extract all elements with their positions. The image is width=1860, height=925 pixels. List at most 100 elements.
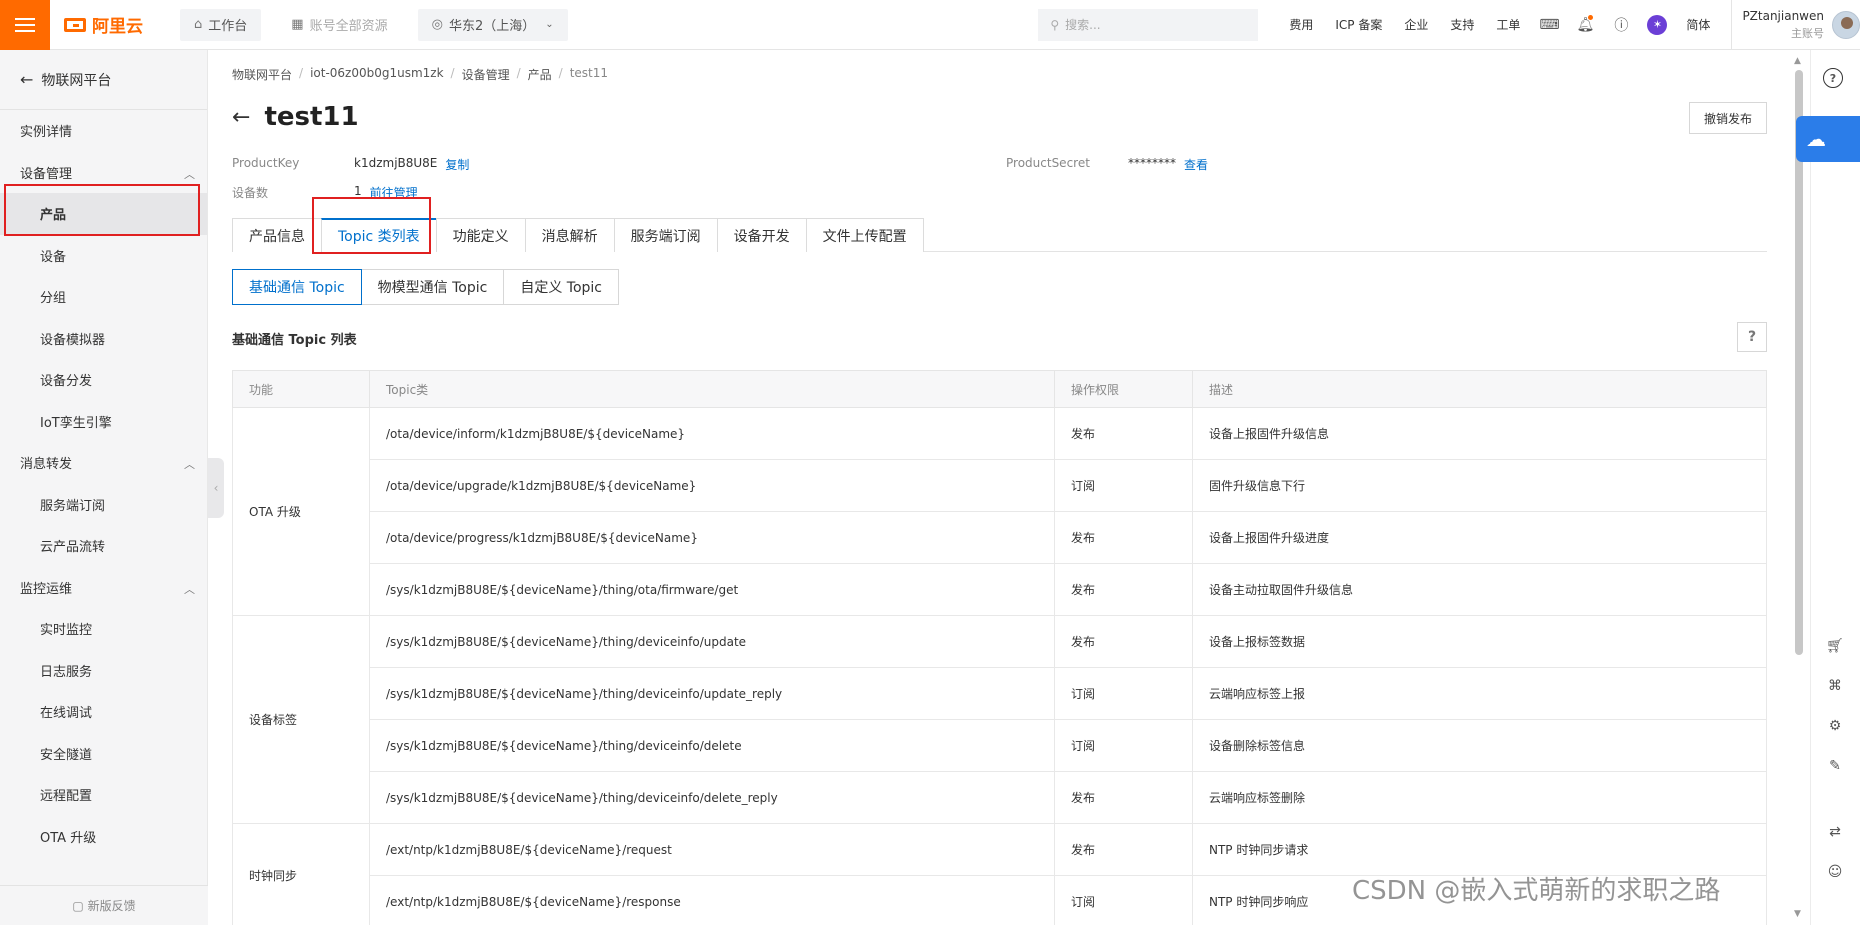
topic-cell: /sys/k1dzmjB8U8E/${deviceName}/thing/dev… (369, 667, 1055, 720)
help-icon[interactable]: ⓘ (1603, 15, 1639, 35)
link-icp[interactable]: ICP 备案 (1324, 16, 1393, 33)
chip-icon[interactable]: ⌘ (1823, 674, 1847, 698)
tab-message-parsing[interactable]: 消息解析 (524, 218, 615, 252)
breadcrumb: 物联网平台 / iot-06z00b0g1usm1zk / 设备管理 / 产品 / te… (232, 66, 609, 83)
breadcrumb-instance[interactable]: iot-06z00b0g1usm1zk (310, 66, 443, 83)
language-switch[interactable]: 简体 (1675, 16, 1721, 33)
grid-icon: ▦ (291, 17, 304, 32)
arrow-left-icon: ← (20, 70, 34, 89)
sidebar-item[interactable]: OTA 升级 (0, 816, 207, 858)
tab-device-development[interactable]: 设备开发 (716, 218, 807, 252)
cloud-assistant-icon[interactable]: ☁ (1796, 116, 1860, 162)
feedback-button[interactable]: ▢ 新版反馈 (0, 885, 208, 925)
sidebar-item[interactable]: 分组 (0, 276, 207, 318)
region-selector[interactable]: ◎ 华东2（上海） ⌄ (417, 8, 568, 41)
sidebar-item[interactable]: 远程配置 (0, 774, 207, 816)
breadcrumb-iot[interactable]: 物联网平台 (232, 66, 292, 83)
tab-product-info[interactable]: 产品信息 (232, 218, 322, 252)
question-icon[interactable]: ? (1737, 322, 1767, 352)
tab-topic-list[interactable]: Topic 类列表 (321, 218, 437, 252)
function-cell: 时钟同步 (232, 823, 370, 925)
sidebar-item[interactable]: 服务端订阅 (0, 484, 207, 526)
permission-cell: 发布 (1054, 511, 1193, 564)
home-icon: ⌂ (194, 17, 203, 32)
sidebar-item[interactable]: 云产品流转 (0, 525, 207, 567)
permission-cell: 发布 (1054, 615, 1193, 668)
permission-cell: 订阅 (1054, 459, 1193, 512)
sidebar-item[interactable]: 实时监控 (0, 608, 207, 650)
tab-function-definition[interactable]: 功能定义 (435, 218, 526, 252)
sidebar-item[interactable]: 在线调试 (0, 691, 207, 733)
subtab-thing-model-topic[interactable]: 物模型通信 Topic (360, 269, 505, 305)
link-enterprise[interactable]: 企业 (1393, 16, 1439, 33)
topic-cell: /sys/k1dzmjB8U8E/${deviceName}/thing/dev… (369, 615, 1055, 668)
region-label: 华东2（上海） (448, 19, 536, 34)
question-circle-icon[interactable]: ? (1823, 68, 1843, 88)
sidebar-item[interactable]: 日志服务 (0, 650, 207, 692)
workbench-button[interactable]: ⌂ 工作台 (180, 8, 262, 41)
avatar[interactable] (1832, 10, 1860, 39)
breadcrumb-product[interactable]: 产品 (528, 66, 552, 83)
sidebar-item[interactable]: IoT孪生引擎 (0, 401, 207, 443)
search-input[interactable]: ⚲ 搜索... (1038, 8, 1259, 41)
sidebar-collapse-handle[interactable]: ‹ (208, 458, 224, 518)
sidebar-item[interactable]: 设备模拟器 (0, 318, 207, 360)
aliyun-logo[interactable]: 阿里云 (64, 12, 164, 37)
page-title: test11 (264, 102, 359, 132)
sidebar: ← 物联网平台 实例详情设备管理 ︿ 产品 设备 分组 设备模拟器 设备分发 IoT孪生引擎消… (0, 50, 208, 925)
edit-icon[interactable]: ✎ (1823, 754, 1847, 778)
product-tabs: 产品信息 Topic 类列表 功能定义 消息解析 服务端订阅 设备开发 文件上传… (232, 218, 1767, 252)
account-scope-selector[interactable]: ▦ 账号全部资源 (277, 9, 401, 41)
tab-server-subscription[interactable]: 服务端订阅 (613, 218, 718, 252)
ai-assistant-icon[interactable]: ✶ (1639, 14, 1675, 35)
sidebar-item[interactable]: 监控运维 ︿ (0, 567, 207, 609)
subtab-basic-topic[interactable]: 基础通信 Topic (232, 269, 362, 305)
link-ticket[interactable]: 工单 (1485, 16, 1531, 33)
sidebar-item[interactable]: 设备分发 (0, 359, 207, 401)
tab-file-upload-config[interactable]: 文件上传配置 (805, 218, 924, 252)
sidebar-item-label: 实时监控 (40, 623, 93, 639)
sidebar-item-label: 监控运维 (20, 581, 73, 597)
page-scrollbar[interactable]: ▲ ▼ (1792, 50, 1806, 925)
sidebar-item-label: IoT孪生引擎 (40, 415, 112, 431)
manage-devices-link[interactable]: 前往管理 (370, 184, 418, 201)
table-row: /sys/k1dzmjB8U8E/${deviceName}/thing/dev… (233, 719, 1767, 772)
view-secret-link[interactable]: 查看 (1184, 156, 1208, 173)
permission-cell: 订阅 (1054, 875, 1193, 925)
product-secret-label: ProductSecret (1006, 156, 1090, 170)
bell-icon[interactable]: 🔔︎ (1567, 14, 1603, 33)
back-arrow-icon[interactable]: ← (232, 105, 250, 130)
revoke-publish-button[interactable]: 撤销发布 (1688, 102, 1767, 134)
terminal-icon[interactable]: ⌨ (1531, 17, 1567, 33)
scroll-down-icon[interactable]: ▼ (1794, 909, 1801, 919)
topic-cell: /sys/k1dzmjB8U8E/${deviceName}/thing/dev… (369, 719, 1055, 772)
breadcrumb-device-mgmt[interactable]: 设备管理 (462, 66, 510, 83)
sidebar-item[interactable]: 设备 (0, 235, 207, 277)
device-count-value: 1 (354, 184, 362, 198)
sidebar-item[interactable]: 产品 (0, 193, 207, 235)
column-header-topic: Topic类 (369, 370, 1055, 408)
feedback-label: 新版反馈 (87, 899, 136, 913)
user-menu[interactable]: PZtanjianwen 主账号 (1731, 0, 1860, 50)
menu-icon[interactable] (0, 0, 50, 50)
subtab-custom-topic[interactable]: 自定义 Topic (503, 269, 620, 305)
translate-icon[interactable]: ⇄ (1823, 820, 1847, 844)
sidebar-back-label: 物联网平台 (41, 72, 112, 89)
table-row: /sys/k1dzmjB8U8E/${deviceName}/thing/ota… (233, 563, 1767, 616)
topic-cell: /ext/ntp/k1dzmjB8U8E/${deviceName}/reque… (369, 823, 1055, 876)
copy-link[interactable]: 复制 (445, 156, 469, 173)
cart-icon[interactable]: 🛒︎ (1823, 634, 1847, 658)
sidebar-item[interactable]: 实例详情 (0, 110, 207, 152)
sidebar-item-label: 实例详情 (20, 125, 73, 141)
breadcrumb-current: test11 (569, 66, 609, 80)
sidebar-item[interactable]: 设备管理 ︿ (0, 152, 207, 194)
settings-icon[interactable]: ⚙ (1823, 714, 1847, 738)
chat-bot-icon[interactable]: ☺ (1823, 860, 1847, 884)
scroll-up-icon[interactable]: ▲ (1794, 56, 1801, 66)
sidebar-back-link[interactable]: ← 物联网平台 (0, 50, 207, 110)
sidebar-item[interactable]: 消息转发 ︿ (0, 442, 207, 484)
link-billing[interactable]: 费用 (1278, 16, 1324, 33)
link-support[interactable]: 支持 (1439, 16, 1485, 33)
search-icon: ⚲ (1050, 17, 1060, 32)
sidebar-item[interactable]: 安全隧道 (0, 733, 207, 775)
